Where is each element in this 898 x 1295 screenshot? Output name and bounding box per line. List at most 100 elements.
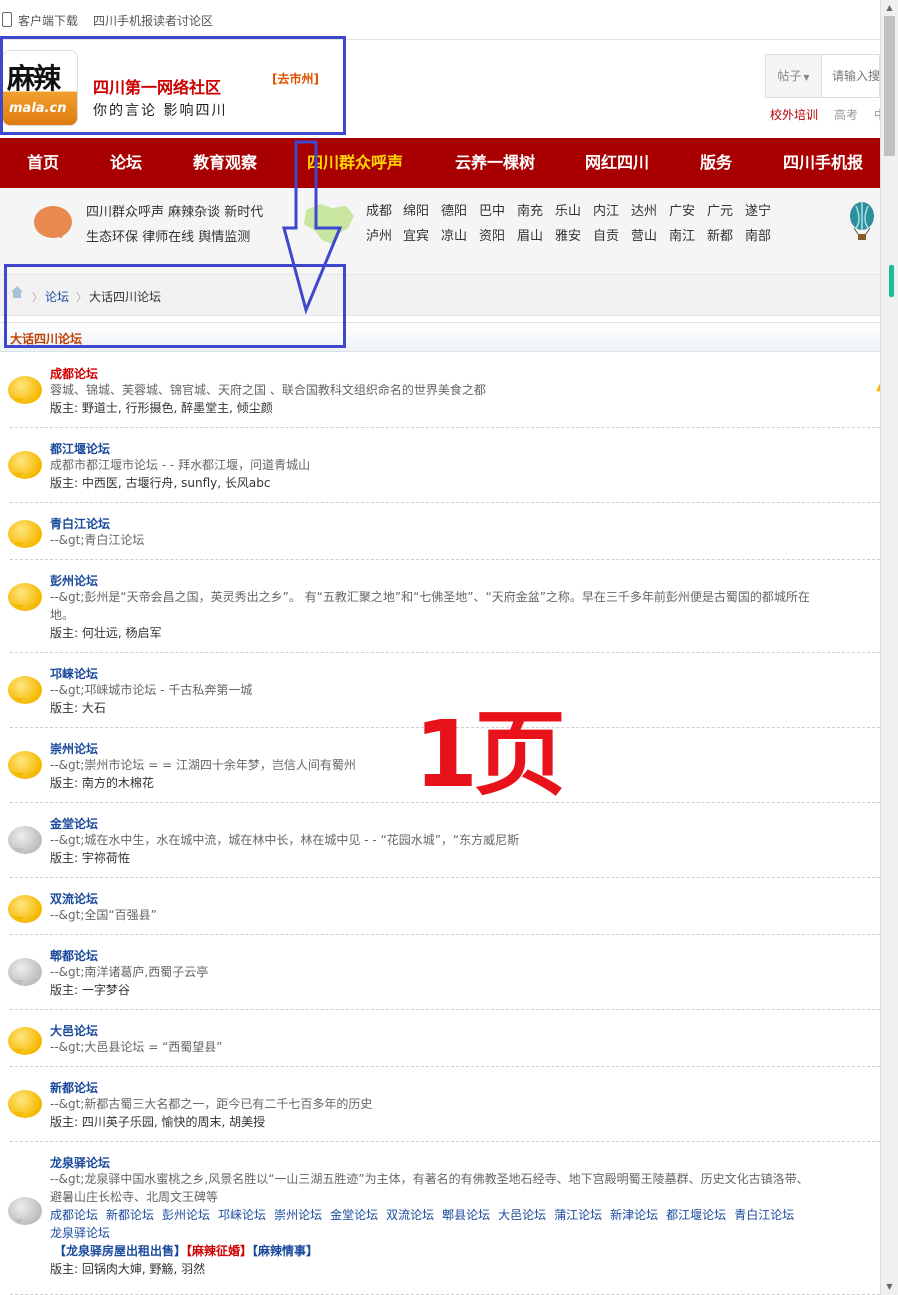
moderator-names[interactable]: 四川英子乐园, 愉快的周末, 胡美授	[82, 1115, 265, 1129]
nav-home[interactable]: 首页	[27, 138, 59, 188]
readers-forum-link[interactable]: 四川手机报读者讨论区	[93, 12, 213, 29]
sub-forum-link[interactable]: 蒲江论坛	[554, 1208, 602, 1222]
city-link[interactable]: 遂宁	[745, 200, 771, 219]
forum-description: --&gt;城在水中生，水在城中流，城在林中长，林在城中见 - - “花园水城”…	[50, 833, 520, 847]
moderator-names[interactable]: 宇祢荷恠	[82, 851, 130, 865]
city-link[interactable]: 眉山	[517, 225, 543, 244]
forum-moderators: 版主: 中西医, 古堰行舟, sunfly, 长风abc	[50, 474, 270, 491]
city-link[interactable]: 德阳	[441, 200, 467, 219]
top-bar: 客户端下载 四川手机报读者讨论区	[0, 0, 880, 40]
city-link[interactable]: 达州	[631, 200, 657, 219]
search-type-select[interactable]: 帖子 ▼	[766, 55, 822, 97]
city-link[interactable]: 泸州	[366, 225, 392, 244]
city-link[interactable]: 新都	[707, 225, 733, 244]
forum-moderators: 版主: 南方的木棉花	[50, 774, 154, 791]
forum-name-link[interactable]: 新都论坛	[50, 1079, 98, 1096]
forum-name-link[interactable]: 邛崃论坛	[50, 665, 98, 682]
city-link[interactable]: 凉山	[441, 225, 467, 244]
forum-tag-link[interactable]: 【麻辣情事】	[252, 1244, 318, 1258]
moderator-names[interactable]: 一字梦谷	[82, 983, 130, 997]
moderator-label: 版主:	[50, 1262, 82, 1276]
city-link[interactable]: 广安	[669, 200, 695, 219]
sub-forum-link[interactable]: 崇州论坛	[274, 1208, 322, 1222]
nav-tree[interactable]: 云养一棵树	[455, 138, 535, 188]
city-link[interactable]: 广元	[707, 200, 733, 219]
sub-forum-link[interactable]: 大邑论坛	[498, 1208, 546, 1222]
sub-forum-link[interactable]: 新津论坛	[610, 1208, 658, 1222]
annotation-box-header	[0, 36, 346, 135]
moderator-names[interactable]: 野道士, 行形摄色, 醉墨堂主, 倾尘颜	[82, 401, 273, 415]
quick-link-training[interactable]: 校外培训	[770, 106, 818, 123]
forum-name-link[interactable]: 都江堰论坛	[50, 440, 110, 457]
sub-forum-link[interactable]: 成都论坛	[50, 1208, 98, 1222]
sub-forum-link[interactable]: 龙泉驿论坛	[50, 1226, 110, 1240]
sub-forum-link[interactable]: 新都论坛	[106, 1208, 154, 1222]
sub-forum-links: 成都论坛 新都论坛 彭州论坛 邛崃论坛 崇州论坛 金堂论坛 双流论坛 郫县论坛 大邑论坛 蒲江论坛…	[50, 1206, 810, 1242]
nav-admin[interactable]: 版务	[700, 138, 732, 188]
scroll-down-icon[interactable]: ▼	[881, 1279, 898, 1295]
sub-forum-link[interactable]: 双流论坛	[386, 1208, 434, 1222]
phone-icon	[2, 12, 12, 27]
forum-row: 青白江论坛 --&gt;青白江论坛	[8, 506, 880, 560]
sub-forum-link[interactable]: 彭州论坛	[162, 1208, 210, 1222]
forum-moderators: 版主: 宇祢荷恠	[50, 849, 130, 866]
forum-bubble-icon	[8, 451, 42, 479]
nav-education[interactable]: 教育观察	[193, 138, 257, 188]
forum-name-link[interactable]: 郫都论坛	[50, 947, 98, 964]
city-link[interactable]: 南江	[669, 225, 695, 244]
city-link[interactable]: 内江	[593, 200, 619, 219]
forum-description: --&gt;新都古蜀三大名都之一，距今已有二千七百多年的历史	[50, 1097, 373, 1111]
forum-name-link[interactable]: 成都论坛	[50, 365, 98, 382]
forum-tag-link[interactable]: 【麻辣征婚】	[186, 1244, 252, 1258]
moderator-names[interactable]: 何壮远, 杨启军	[82, 626, 162, 640]
city-link[interactable]: 雅安	[555, 225, 581, 244]
annotation-arrow-icon	[282, 140, 343, 315]
moderator-names[interactable]: 大石	[82, 701, 106, 715]
forum-name-link[interactable]: 龙泉驿论坛	[50, 1154, 110, 1171]
nav-mobile-news[interactable]: 四川手机报	[783, 138, 863, 188]
scroll-up-icon[interactable]: ▲	[881, 0, 898, 16]
nav-forum[interactable]: 论坛	[110, 138, 142, 188]
forum-description: --&gt;青白江论坛	[50, 533, 145, 547]
sub-forum-link[interactable]: 青白江论坛	[734, 1208, 794, 1222]
city-link[interactable]: 宜宾	[403, 225, 429, 244]
quick-link-gaokao[interactable]: 高考	[834, 106, 858, 123]
moderator-names[interactable]: 回锅肉大婶, 野觞, 羽然	[82, 1262, 205, 1276]
forum-tag-link[interactable]: 【龙泉驿房屋出租出售】	[54, 1244, 186, 1258]
forum-name-link[interactable]: 双流论坛	[50, 890, 98, 907]
forum-description: 蓉城、锦城、芙蓉城、锦官城、天府之国 、联合国教科文组织命名的世界美食之都	[50, 383, 486, 397]
sub-forum-link[interactable]: 邛崃论坛	[218, 1208, 266, 1222]
city-link[interactable]: 乐山	[555, 200, 581, 219]
sub-forum-link[interactable]: 郫县论坛	[442, 1208, 490, 1222]
forum-moderators: 版主: 大石	[50, 699, 106, 716]
city-link[interactable]: 南部	[745, 225, 771, 244]
forum-bubble-icon	[8, 676, 42, 704]
sub-forum-link[interactable]: 金堂论坛	[330, 1208, 378, 1222]
forum-name-link[interactable]: 彭州论坛	[50, 572, 98, 589]
forum-name-link[interactable]: 青白江论坛	[50, 515, 110, 532]
moderator-names[interactable]: 南方的木棉花	[82, 776, 154, 790]
forum-name-link[interactable]: 崇州论坛	[50, 740, 98, 757]
download-link[interactable]: 客户端下载	[18, 12, 78, 29]
forum-name-link[interactable]: 大邑论坛	[50, 1022, 98, 1039]
city-link[interactable]: 资阳	[479, 225, 505, 244]
sub-links-row1[interactable]: 四川群众呼声 麻辣杂谈 新时代	[86, 201, 263, 220]
city-link[interactable]: 绵阳	[403, 200, 429, 219]
city-link[interactable]: 成都	[366, 200, 392, 219]
sub-links-row2[interactable]: 生态环保 律师在线 舆情监测	[86, 226, 250, 245]
moderator-names[interactable]: 中西医, 古堰行舟, sunfly, 长风abc	[82, 476, 271, 490]
forum-name-link[interactable]: 金堂论坛	[50, 815, 98, 832]
moderator-label: 版主:	[50, 851, 82, 865]
search-box: 帖子 ▼	[765, 54, 892, 98]
city-link[interactable]: 巴中	[479, 200, 505, 219]
nav-influencer[interactable]: 网红四川	[585, 138, 649, 188]
forum-row: 都江堰论坛 成都市都江堰市论坛 - - 拜水都江堰，问道青城山 版主: 中西医, 古…	[8, 431, 880, 503]
sub-forum-link[interactable]: 都江堰论坛	[666, 1208, 726, 1222]
scroll-thumb[interactable]	[884, 16, 895, 156]
forum-description: --&gt;全国“百强县”	[50, 908, 157, 922]
scrollbar[interactable]: ▲ ▼	[880, 0, 898, 1295]
forum-moderators: 版主: 一字梦谷	[50, 981, 130, 998]
city-link[interactable]: 自贡	[593, 225, 619, 244]
city-link[interactable]: 营山	[631, 225, 657, 244]
city-link[interactable]: 南充	[517, 200, 543, 219]
